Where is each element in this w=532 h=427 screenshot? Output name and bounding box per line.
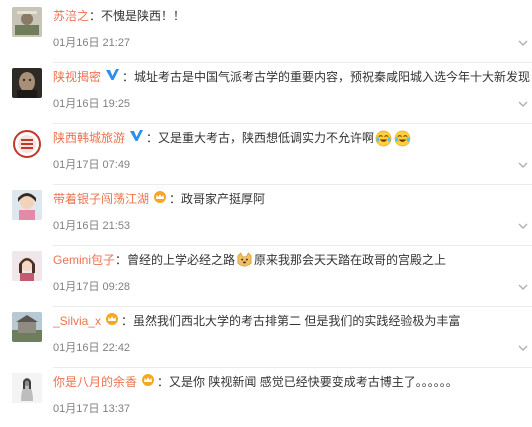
comment-time: 01月16日 21:27 (53, 37, 131, 49)
verified-icon (105, 66, 120, 88)
colon: ： (169, 192, 182, 206)
comment-time: 01月16日 21:53 (53, 220, 131, 232)
comment-time: 01月17日 13:37 (53, 403, 131, 415)
avatar[interactable] (12, 312, 42, 342)
comment-item: 你是八月的余香 ： 又是你 陕视新闻 感觉已经快要变成考古博主了。。。。。。 0… (0, 368, 532, 427)
colon: ： (157, 375, 170, 389)
comment-item: 陕西韩城旅游 ： 又是重大考古，陕西想低调实力不允许啊 01月17日 07:49 (0, 124, 532, 185)
comment-username[interactable]: Gemini包子 (53, 249, 115, 271)
comment-username[interactable]: 陕西韩城旅游 (53, 127, 125, 149)
verified-icon (129, 127, 144, 149)
laugh-cry-emoji-icon (375, 130, 392, 146)
colon: ： (115, 253, 128, 267)
colon: ： (121, 314, 134, 328)
chevron-down-icon[interactable] (518, 343, 528, 353)
laugh-cry-emoji-icon (394, 130, 411, 146)
avatar[interactable] (12, 129, 42, 159)
crown-icon (141, 371, 155, 393)
comment-text: 曾经的上学必经之路 (127, 253, 236, 267)
colon: ： (89, 9, 102, 23)
comment-text: 虽然我们西北大学的考古排第二 但是我们的实践经验极为丰富 (133, 314, 461, 328)
comment-username[interactable]: 带着银子闯荡江湖 (53, 188, 149, 210)
crown-icon (153, 188, 167, 210)
comment-username[interactable]: _Silvia_x (53, 310, 101, 332)
avatar[interactable] (12, 251, 42, 281)
avatar[interactable] (12, 68, 42, 98)
colon: ： (146, 131, 159, 145)
chevron-down-icon[interactable] (518, 38, 528, 48)
comment-text: 城址考古是中国气派考古学的重要内容，预祝秦咸阳城入选今年十大新发现 (134, 70, 531, 84)
comment-item: Gemini包子 ： 曾经的上学必经之路 原来我那会天天踏在政哥的宫殿之上 01… (0, 246, 532, 307)
colon: ： (122, 70, 135, 84)
chevron-down-icon[interactable] (518, 160, 528, 170)
avatar[interactable] (12, 190, 42, 220)
comment-list: 苏涪之 ： 不愧是陕西！！ 01月16日 21:27 陕视揭密 ： 城址考古是中… (0, 0, 532, 427)
avatar[interactable] (12, 373, 42, 403)
comment-item: 带着银子闯荡江湖 ： 政哥家产挺厚阿 01月16日 21:53 (0, 185, 532, 246)
avatar[interactable] (12, 7, 42, 37)
comment-username[interactable]: 陕视揭密 (53, 66, 101, 88)
comment-text: 政哥家产挺厚阿 (181, 192, 266, 206)
comment-text: 又是重大考古，陕西想低调实力不允许啊 (158, 131, 375, 145)
comment-username[interactable]: 苏涪之 (53, 5, 89, 27)
comment-item: _Silvia_x ： 虽然我们西北大学的考古排第二 但是我们的实践经验极为丰富… (0, 307, 532, 368)
comment-text-continued: 原来我那会天天踏在政哥的宫殿之上 (254, 253, 447, 267)
comment-text: 不愧是陕西！！ (101, 9, 186, 23)
comment-time: 01月16日 19:25 (53, 98, 131, 110)
chevron-down-icon[interactable] (518, 99, 528, 109)
crown-icon (105, 310, 119, 332)
comment-text: 又是你 陕视新闻 感觉已经快要变成考古博主了。。。。。。 (169, 375, 458, 389)
chevron-down-icon[interactable] (518, 282, 528, 292)
comment-time: 01月17日 07:49 (53, 159, 131, 171)
comment-time: 01月16日 22:42 (53, 342, 131, 354)
comment-username[interactable]: 你是八月的余香 (53, 371, 137, 393)
comment-item: 苏涪之 ： 不愧是陕西！！ 01月16日 21:27 (0, 2, 532, 63)
comment-time: 01月17日 09:28 (53, 281, 131, 293)
doge-emoji-icon (237, 251, 252, 266)
comment-item: 陕视揭密 ： 城址考古是中国气派考古学的重要内容，预祝秦咸阳城入选今年十大新发现… (0, 63, 532, 124)
chevron-down-icon[interactable] (518, 221, 528, 231)
